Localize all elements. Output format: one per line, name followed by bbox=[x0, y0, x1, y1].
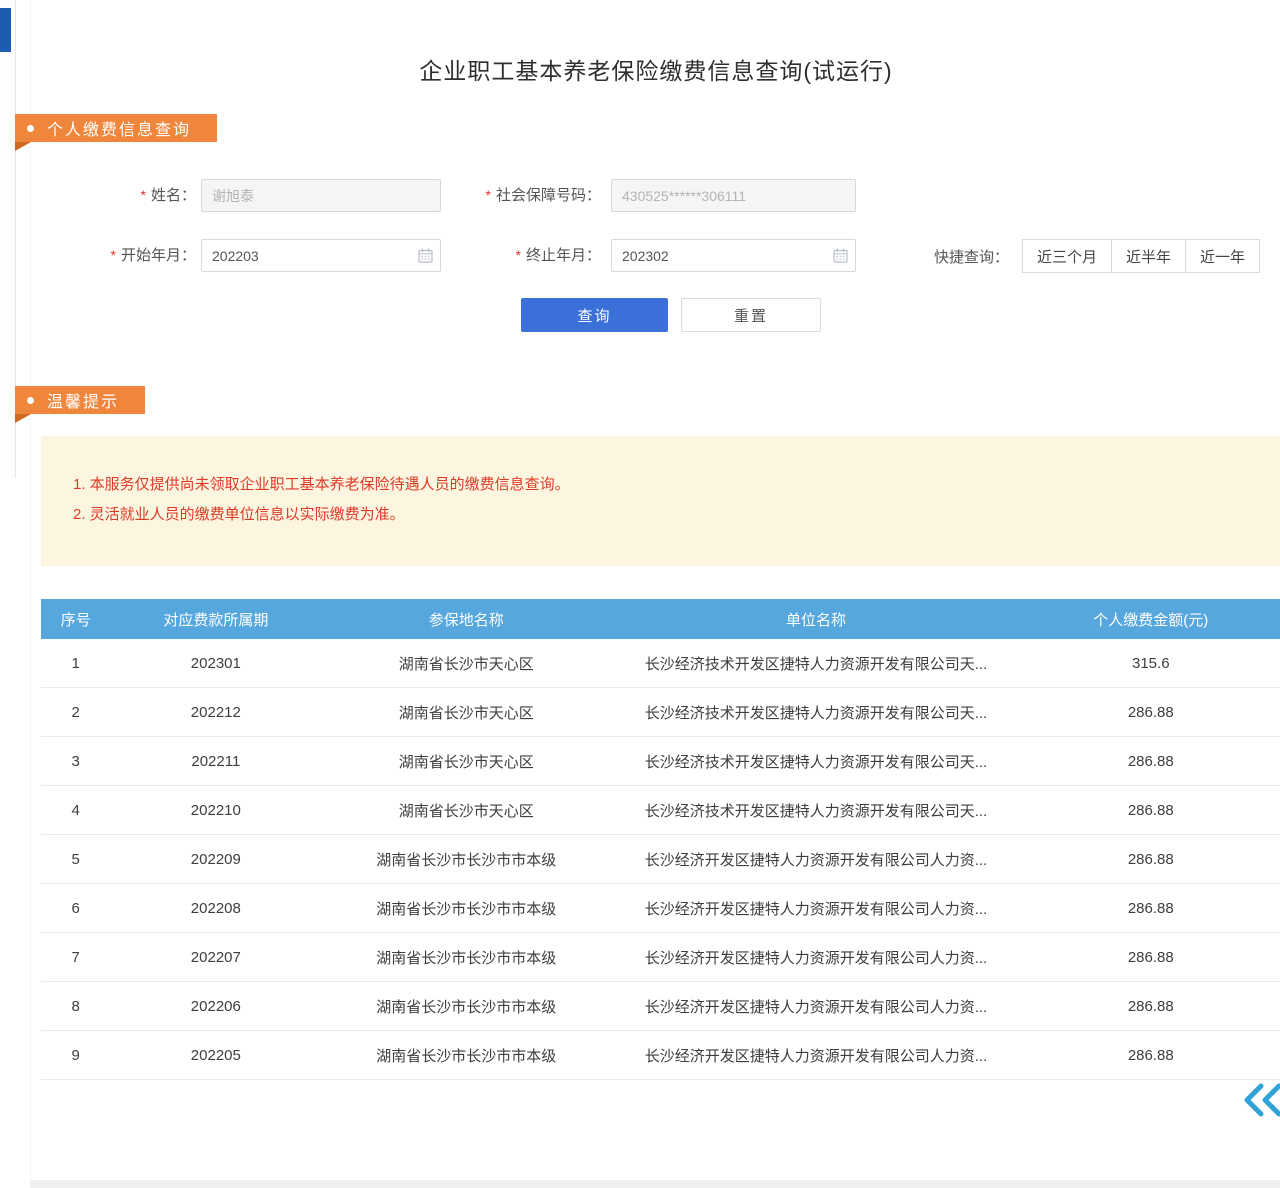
cell-amount: 286.88 bbox=[1021, 1047, 1280, 1064]
cell-place: 湖南省长沙市天心区 bbox=[321, 800, 611, 821]
cell-amount: 286.88 bbox=[1021, 998, 1280, 1015]
cell-place: 湖南省长沙市长沙市市本级 bbox=[321, 898, 611, 919]
required-asterisk: * bbox=[486, 187, 491, 203]
tip-line: 1. 本服务仅提供尚未领取企业职工基本养老保险待遇人员的缴费信息查询。 bbox=[73, 472, 1261, 497]
cell-period: 202206 bbox=[110, 998, 321, 1015]
quick-range-3-months[interactable]: 近三个月 bbox=[1022, 239, 1112, 273]
table-row: 4 202210 湖南省长沙市天心区 长沙经济技术开发区捷特人力资源开发有限公司… bbox=[41, 786, 1280, 835]
table-header-cell: 个人缴费金额(元) bbox=[1021, 609, 1280, 630]
quick-range-1-year[interactable]: 近一年 bbox=[1185, 239, 1260, 273]
content-panel: 企业职工基本养老保险缴费信息查询(试运行) 个人缴费信息查询 *姓名： *社会保… bbox=[30, 0, 1280, 1188]
payments-table: 序号 对应费款所属期 参保地名称 单位名称 个人缴费金额(元) 1 202301… bbox=[41, 599, 1280, 1080]
cell-place: 湖南省长沙市长沙市市本级 bbox=[321, 849, 611, 870]
cell-unit: 长沙经济技术开发区捷特人力资源开发有限公司天... bbox=[611, 653, 1020, 674]
cell-amount: 286.88 bbox=[1021, 900, 1280, 917]
sidebar-accent-block bbox=[0, 8, 11, 52]
quick-range-half-year[interactable]: 近半年 bbox=[1111, 239, 1186, 273]
cell-place: 湖南省长沙市天心区 bbox=[321, 702, 611, 723]
collapse-panel-button[interactable] bbox=[1242, 1082, 1280, 1118]
table-row: 3 202211 湖南省长沙市天心区 长沙经济技术开发区捷特人力资源开发有限公司… bbox=[41, 737, 1280, 786]
name-input bbox=[201, 179, 441, 212]
cell-period: 202212 bbox=[110, 704, 321, 721]
cell-no: 5 bbox=[41, 851, 110, 868]
section-badge-label: 温馨提示 bbox=[47, 388, 119, 412]
cell-unit: 长沙经济技术开发区捷特人力资源开发有限公司天... bbox=[611, 751, 1020, 772]
cell-unit: 长沙经济技术开发区捷特人力资源开发有限公司天... bbox=[611, 800, 1020, 821]
quick-query-label: 快捷查询： bbox=[934, 246, 1009, 267]
required-asterisk: * bbox=[516, 247, 521, 263]
bullet-dot-icon bbox=[27, 397, 34, 404]
cell-period: 202301 bbox=[110, 655, 321, 672]
cell-unit: 长沙经济开发区捷特人力资源开发有限公司人力资... bbox=[611, 996, 1020, 1017]
cell-amount: 286.88 bbox=[1021, 802, 1280, 819]
start-month-field[interactable] bbox=[201, 239, 441, 272]
table-row: 6 202208 湖南省长沙市长沙市市本级 长沙经济开发区捷特人力资源开发有限公… bbox=[41, 884, 1280, 933]
table-header-cell: 序号 bbox=[41, 609, 110, 630]
quick-query-group: 快捷查询： 近三个月 近半年 近一年 bbox=[934, 239, 1260, 273]
cell-no: 9 bbox=[41, 1047, 110, 1064]
table-header-row: 序号 对应费款所属期 参保地名称 单位名称 个人缴费金额(元) bbox=[41, 599, 1280, 639]
table-row: 1 202301 湖南省长沙市天心区 长沙经济技术开发区捷特人力资源开发有限公司… bbox=[41, 639, 1280, 688]
cell-amount: 315.6 bbox=[1021, 655, 1280, 672]
cell-no: 6 bbox=[41, 900, 110, 917]
page-title: 企业职工基本养老保险缴费信息查询(试运行) bbox=[31, 52, 1280, 86]
cell-unit: 长沙经济开发区捷特人力资源开发有限公司人力资... bbox=[611, 1045, 1020, 1066]
cell-place: 湖南省长沙市天心区 bbox=[321, 751, 611, 772]
end-month-field[interactable] bbox=[611, 239, 856, 272]
cell-unit: 长沙经济技术开发区捷特人力资源开发有限公司天... bbox=[611, 702, 1020, 723]
query-button[interactable]: 查询 bbox=[521, 298, 668, 332]
table-row: 7 202207 湖南省长沙市长沙市市本级 长沙经济开发区捷特人力资源开发有限公… bbox=[41, 933, 1280, 982]
table-header-cell: 单位名称 bbox=[611, 609, 1020, 630]
double-chevron-left-icon bbox=[1242, 1082, 1280, 1118]
cell-no: 7 bbox=[41, 949, 110, 966]
required-asterisk: * bbox=[111, 247, 116, 263]
cell-no: 3 bbox=[41, 753, 110, 770]
cell-amount: 286.88 bbox=[1021, 851, 1280, 868]
start-month-label: *开始年月： bbox=[76, 239, 196, 272]
cell-period: 202209 bbox=[110, 851, 321, 868]
tip-line: 2. 灵活就业人员的缴费单位信息以实际缴费为准。 bbox=[73, 502, 1261, 527]
cell-no: 1 bbox=[41, 655, 110, 672]
calendar-icon[interactable] bbox=[833, 248, 848, 263]
reset-button[interactable]: 重置 bbox=[681, 298, 821, 332]
table-row: 5 202209 湖南省长沙市长沙市市本级 长沙经济开发区捷特人力资源开发有限公… bbox=[41, 835, 1280, 884]
ssn-label: *社会保障号码： bbox=[431, 179, 601, 212]
table-row: 9 202205 湖南省长沙市长沙市市本级 长沙经济开发区捷特人力资源开发有限公… bbox=[41, 1031, 1280, 1080]
cell-period: 202208 bbox=[110, 900, 321, 917]
cell-period: 202210 bbox=[110, 802, 321, 819]
end-month-input[interactable] bbox=[611, 239, 856, 272]
table-row: 8 202206 湖南省长沙市长沙市市本级 长沙经济开发区捷特人力资源开发有限公… bbox=[41, 982, 1280, 1031]
cell-place: 湖南省长沙市天心区 bbox=[321, 653, 611, 674]
cell-no: 2 bbox=[41, 704, 110, 721]
ssn-input bbox=[611, 179, 856, 212]
left-sidebar-strip bbox=[0, 0, 16, 478]
end-month-label: *终止年月： bbox=[431, 239, 601, 272]
cell-unit: 长沙经济开发区捷特人力资源开发有限公司人力资... bbox=[611, 849, 1020, 870]
section-badge-personal-query: 个人缴费信息查询 bbox=[15, 114, 217, 142]
cell-unit: 长沙经济开发区捷特人力资源开发有限公司人力资... bbox=[611, 898, 1020, 919]
table-header-cell: 参保地名称 bbox=[321, 609, 611, 630]
cell-no: 8 bbox=[41, 998, 110, 1015]
bullet-dot-icon bbox=[27, 125, 34, 132]
cell-amount: 286.88 bbox=[1021, 753, 1280, 770]
required-asterisk: * bbox=[141, 187, 146, 203]
cell-period: 202211 bbox=[110, 753, 321, 770]
start-month-input[interactable] bbox=[201, 239, 441, 272]
cell-period: 202207 bbox=[110, 949, 321, 966]
table-row: 2 202212 湖南省长沙市天心区 长沙经济技术开发区捷特人力资源开发有限公司… bbox=[41, 688, 1280, 737]
section-badge-tips: 温馨提示 bbox=[15, 386, 145, 414]
cell-period: 202205 bbox=[110, 1047, 321, 1064]
cell-amount: 286.88 bbox=[1021, 704, 1280, 721]
cell-unit: 长沙经济开发区捷特人力资源开发有限公司人力资... bbox=[611, 947, 1020, 968]
cell-amount: 286.88 bbox=[1021, 949, 1280, 966]
name-label: *姓名： bbox=[76, 179, 196, 212]
cell-place: 湖南省长沙市长沙市市本级 bbox=[321, 996, 611, 1017]
cell-place: 湖南省长沙市长沙市市本级 bbox=[321, 1045, 611, 1066]
cell-place: 湖南省长沙市长沙市市本级 bbox=[321, 947, 611, 968]
section-badge-label: 个人缴费信息查询 bbox=[47, 116, 191, 140]
tips-notice-box: 1. 本服务仅提供尚未领取企业职工基本养老保险待遇人员的缴费信息查询。 2. 灵… bbox=[41, 436, 1280, 566]
cell-no: 4 bbox=[41, 802, 110, 819]
table-header-cell: 对应费款所属期 bbox=[110, 609, 321, 630]
